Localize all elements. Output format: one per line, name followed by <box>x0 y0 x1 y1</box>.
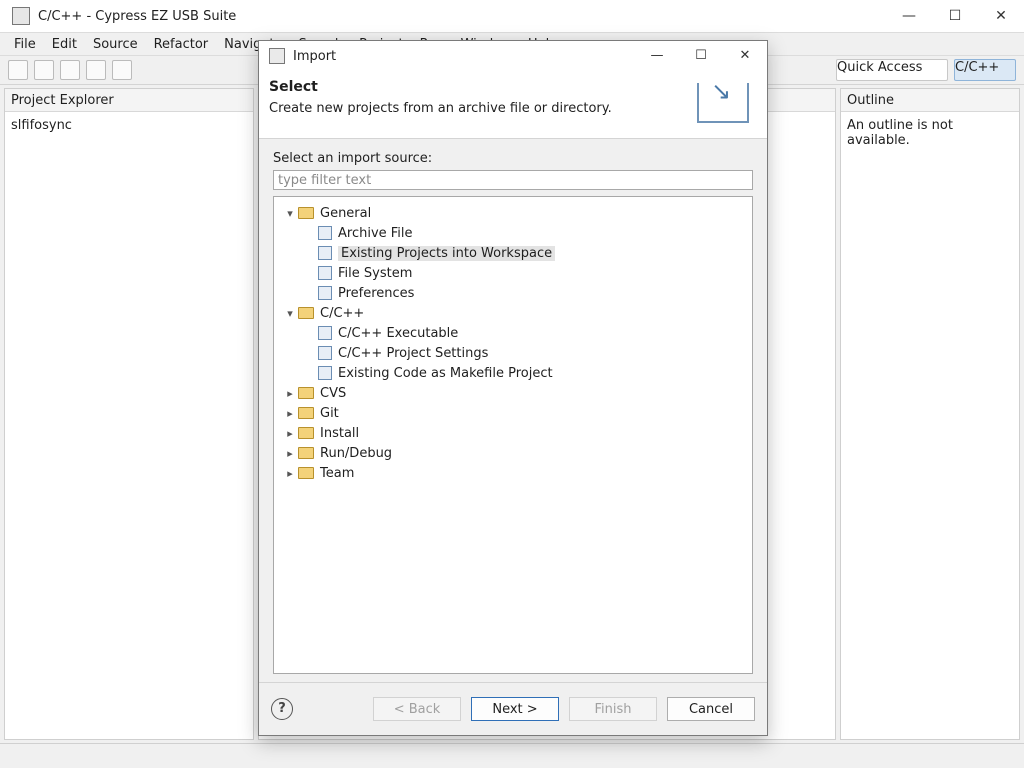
maximize-icon[interactable]: ☐ <box>932 0 978 32</box>
next-button[interactable]: Next > <box>471 697 559 721</box>
import-icon <box>697 77 749 123</box>
tree-item-label: C/C++ Project Settings <box>338 345 489 361</box>
minimize-icon[interactable]: — <box>635 41 679 71</box>
folder-icon <box>298 387 314 399</box>
pane-header: Outline <box>841 89 1019 112</box>
tree-category-label: Git <box>320 405 339 421</box>
tree-category[interactable]: ▸ CVS <box>274 383 752 403</box>
tree-item-label: Existing Projects into Workspace <box>338 245 556 261</box>
dialog-title: Import <box>293 48 337 64</box>
wizard-icon <box>318 326 332 340</box>
dialog-banner: Select Create new projects from an archi… <box>259 71 767 139</box>
tree-category[interactable]: ▾ C/C++ <box>274 303 752 323</box>
chevron-right-icon[interactable]: ▸ <box>282 407 298 420</box>
folder-icon <box>298 447 314 459</box>
build-icon[interactable] <box>60 60 80 80</box>
perspective-button[interactable]: C/C++ <box>954 59 1016 81</box>
project-explorer-pane: Project Explorer slfifosync <box>4 88 254 740</box>
tree-item[interactable]: Preferences <box>274 283 752 303</box>
tree-item[interactable]: C/C++ Project Settings <box>274 343 752 363</box>
tree-item-label: File System <box>338 265 413 281</box>
menu-item[interactable]: Source <box>85 37 146 52</box>
finish-button[interactable]: Finish <box>569 697 657 721</box>
chevron-right-icon[interactable]: ▸ <box>282 447 298 460</box>
banner-title: Select <box>269 79 318 95</box>
cancel-button[interactable]: Cancel <box>667 697 755 721</box>
chevron-down-icon[interactable]: ▾ <box>282 307 298 320</box>
tree-item-label: Existing Code as Makefile Project <box>338 365 553 381</box>
pane-body: An outline is not available. <box>841 112 1019 739</box>
maximize-icon[interactable]: ☐ <box>679 41 723 71</box>
tree-category-label: C/C++ <box>320 305 365 321</box>
tree-category[interactable]: ▸ Run/Debug <box>274 443 752 463</box>
menu-item[interactable]: File <box>6 37 44 52</box>
app-icon <box>12 7 30 25</box>
import-source-tree: ▾ General Archive File Existing Projects in… <box>273 196 753 674</box>
status-bar <box>0 743 1024 768</box>
pane-header: Project Explorer <box>5 89 253 112</box>
wizard-icon <box>318 286 332 300</box>
tree-category-label: Team <box>320 465 355 481</box>
folder-icon <box>298 407 314 419</box>
wizard-icon <box>318 226 332 240</box>
tree-category-label: CVS <box>320 385 347 401</box>
tree-item-label: Preferences <box>338 285 415 301</box>
tree-item[interactable]: slfifosync <box>11 118 247 133</box>
help-icon[interactable]: ? <box>271 698 293 720</box>
folder-icon <box>298 427 314 439</box>
back-button[interactable]: < Back <box>373 697 461 721</box>
tree-category[interactable]: ▾ General <box>274 203 752 223</box>
tree-category[interactable]: ▸ Team <box>274 463 752 483</box>
tree-item[interactable]: Existing Projects into Workspace <box>274 243 752 263</box>
tree-category[interactable]: ▸ Install <box>274 423 752 443</box>
dialog-icon <box>269 48 285 64</box>
dialog-footer: ? < Back Next > Finish Cancel <box>259 682 767 735</box>
wizard-icon <box>318 266 332 280</box>
run-icon[interactable] <box>112 60 132 80</box>
tree-item[interactable]: Existing Code as Makefile Project <box>274 363 752 383</box>
filter-input[interactable] <box>273 170 753 190</box>
tree-item[interactable]: Archive File <box>274 223 752 243</box>
quick-access-input[interactable]: Quick Access <box>836 59 948 81</box>
outline-message: An outline is not available. <box>847 118 953 148</box>
dialog-body: Select an import source: ▾ General Archive… <box>259 139 767 682</box>
menu-item[interactable]: Edit <box>44 37 85 52</box>
folder-icon <box>298 467 314 479</box>
tree-category-label: Install <box>320 425 360 441</box>
tree-category-label: General <box>320 205 372 221</box>
folder-icon <box>298 207 314 219</box>
tree-item[interactable]: File System <box>274 263 752 283</box>
close-icon[interactable]: ✕ <box>978 0 1024 32</box>
chevron-down-icon[interactable]: ▾ <box>282 207 298 220</box>
pane-body: slfifosync <box>5 112 253 739</box>
wizard-icon <box>318 246 332 260</box>
dialog-titlebar: Import — ☐ ✕ <box>259 41 767 71</box>
tree-item-label: Archive File <box>338 225 413 241</box>
outline-pane: Outline An outline is not available. <box>840 88 1020 740</box>
tree-category[interactable]: ▸ Git <box>274 403 752 423</box>
pane-title[interactable]: Outline <box>847 93 894 108</box>
menu-item[interactable]: Refactor <box>146 37 217 52</box>
chevron-right-icon[interactable]: ▸ <box>282 467 298 480</box>
banner-subtitle: Create new projects from an archive file… <box>269 101 612 116</box>
folder-icon <box>298 307 314 319</box>
window-titlebar: C/C++ - Cypress EZ USB Suite — ☐ ✕ <box>0 0 1024 33</box>
chevron-right-icon[interactable]: ▸ <box>282 427 298 440</box>
close-icon[interactable]: ✕ <box>723 41 767 71</box>
pane-title[interactable]: Project Explorer <box>11 93 114 108</box>
new-icon[interactable] <box>8 60 28 80</box>
chevron-right-icon[interactable]: ▸ <box>282 387 298 400</box>
window-title: C/C++ - Cypress EZ USB Suite <box>38 8 237 24</box>
wizard-icon <box>318 346 332 360</box>
minimize-icon[interactable]: — <box>886 0 932 32</box>
source-label: Select an import source: <box>273 151 433 166</box>
save-icon[interactable] <box>34 60 54 80</box>
tree-item-label: C/C++ Executable <box>338 325 459 341</box>
wizard-icon <box>318 366 332 380</box>
debug-icon[interactable] <box>86 60 106 80</box>
tree-category-label: Run/Debug <box>320 445 393 461</box>
import-dialog: Import — ☐ ✕ Select Create new projects … <box>258 40 768 736</box>
tree-item[interactable]: C/C++ Executable <box>274 323 752 343</box>
